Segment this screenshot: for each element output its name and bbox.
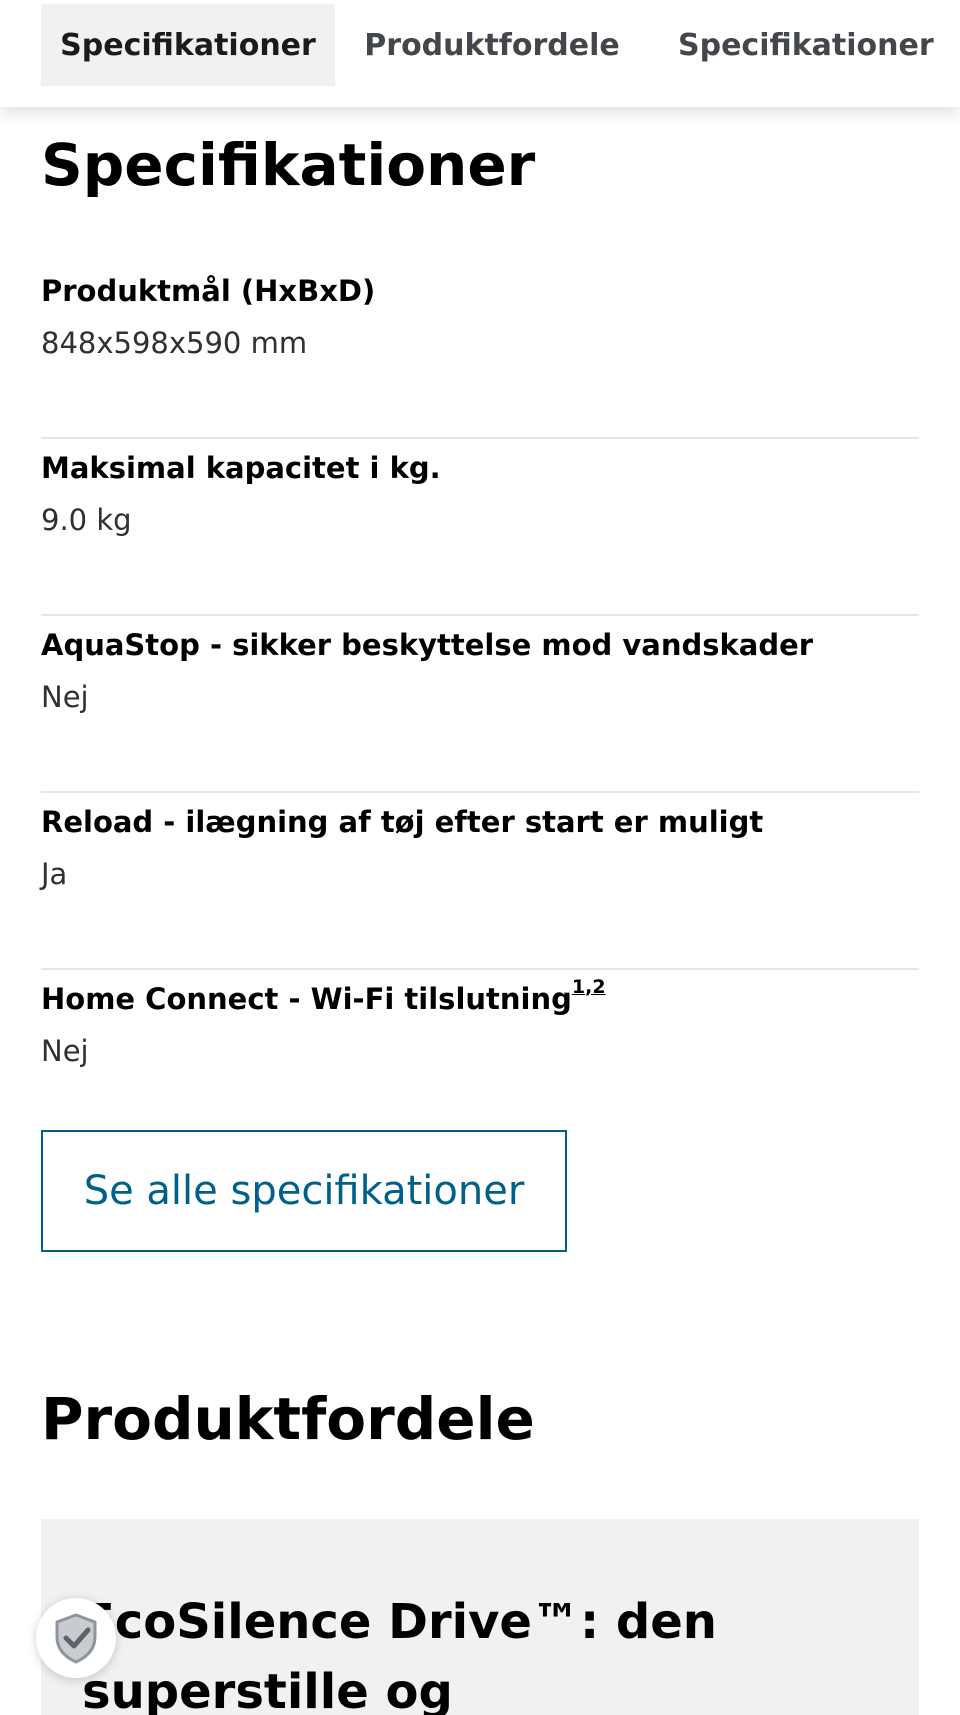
spec-row-aquastop: AquaStop - sikker beskyttelse mod vandsk… bbox=[41, 616, 919, 793]
spec-value: Nej bbox=[41, 680, 89, 714]
spec-label-text: Home Connect - Wi-Fi tilslutning bbox=[41, 982, 572, 1016]
spec-value: 9.0 kg bbox=[41, 503, 132, 537]
benefit-card-heading: EcoSilence Drive™: den superstille og en… bbox=[82, 1594, 717, 1715]
spec-value: Nej bbox=[41, 1034, 89, 1068]
tab-specifications[interactable]: Specifikationer bbox=[41, 4, 335, 86]
spec-row-home-connect: Home Connect - Wi-Fi tilslutning1,2 Nej bbox=[41, 970, 919, 1147]
trust-badge-button[interactable] bbox=[36, 1598, 116, 1678]
section-tab-bar: Specifikationer Produktfordele Specifika… bbox=[0, 0, 960, 107]
see-all-specifications-button[interactable]: Se alle specifikationer bbox=[41, 1130, 567, 1252]
specifications-heading: Specifikationer bbox=[41, 131, 536, 199]
spec-value: 848x598x590 mm bbox=[41, 326, 308, 360]
shield-check-icon bbox=[55, 1613, 97, 1664]
spec-label: AquaStop - sikker beskyttelse mod vandsk… bbox=[41, 628, 814, 662]
spec-row-capacity: Maksimal kapacitet i kg. 9.0 kg bbox=[41, 439, 919, 616]
spec-value: Ja bbox=[41, 857, 68, 891]
benefit-card: EcoSilence Drive™: den superstille og en… bbox=[41, 1519, 919, 1715]
product-benefits-heading: Produktfordele bbox=[41, 1385, 535, 1453]
footnote-links: 1,2 bbox=[572, 976, 606, 998]
spec-row-dimensions: Produktmål (HxBxD) 848x598x590 mm bbox=[41, 262, 919, 439]
specifications-list: Produktmål (HxBxD) 848x598x590 mm Maksim… bbox=[41, 262, 919, 1147]
spec-label-with-footnotes: Home Connect - Wi-Fi tilslutning1,2 bbox=[41, 978, 606, 1017]
tab-specifications-2[interactable]: Specifikationer bbox=[660, 4, 948, 86]
footnote-link-2[interactable]: 2 bbox=[592, 976, 605, 998]
spec-row-reload: Reload - ilægning af tøj efter start er … bbox=[41, 793, 919, 970]
footnote-link-1[interactable]: 1 bbox=[572, 976, 585, 998]
tab-product-benefits[interactable]: Produktfordele bbox=[355, 4, 629, 86]
spec-label: Maksimal kapacitet i kg. bbox=[41, 451, 441, 485]
spec-label: Reload - ilægning af tøj efter start er … bbox=[41, 805, 764, 839]
spec-label: Produktmål (HxBxD) bbox=[41, 274, 376, 308]
